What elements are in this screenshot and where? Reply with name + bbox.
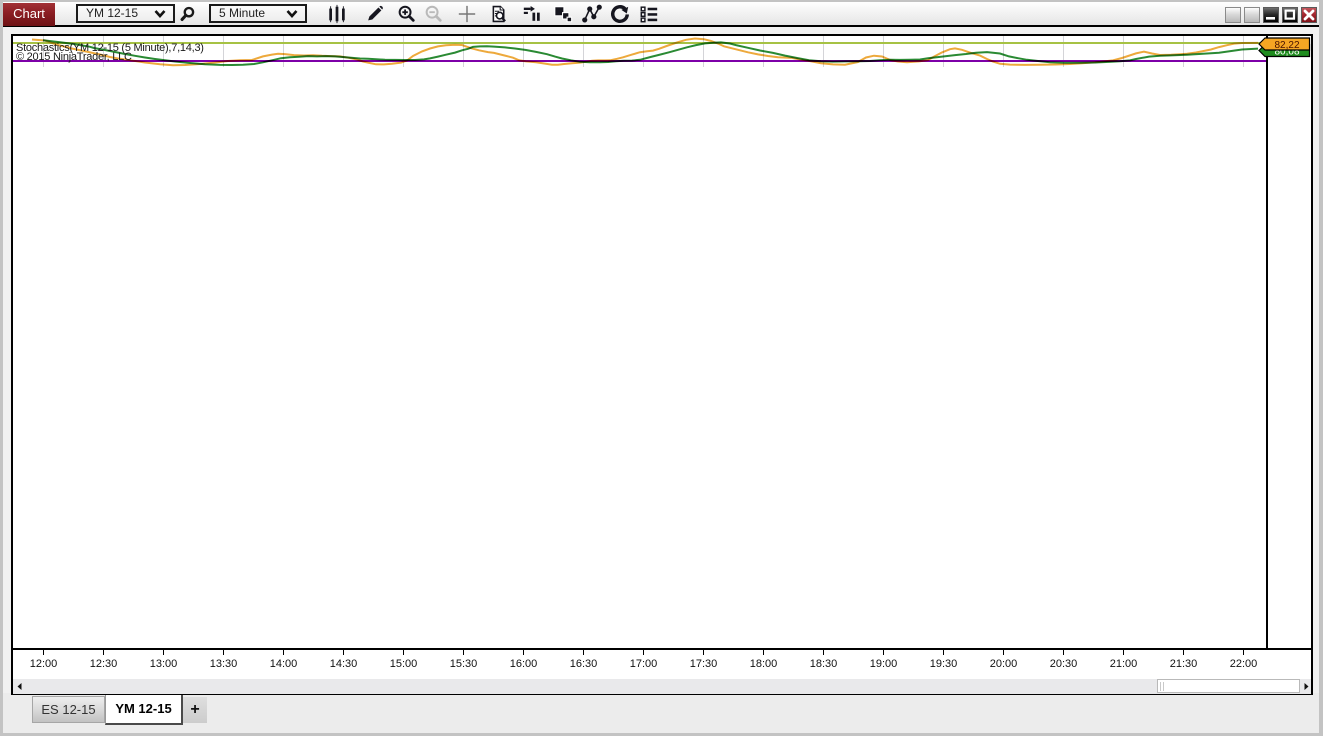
- svg-text:82,22: 82,22: [1274, 40, 1299, 51]
